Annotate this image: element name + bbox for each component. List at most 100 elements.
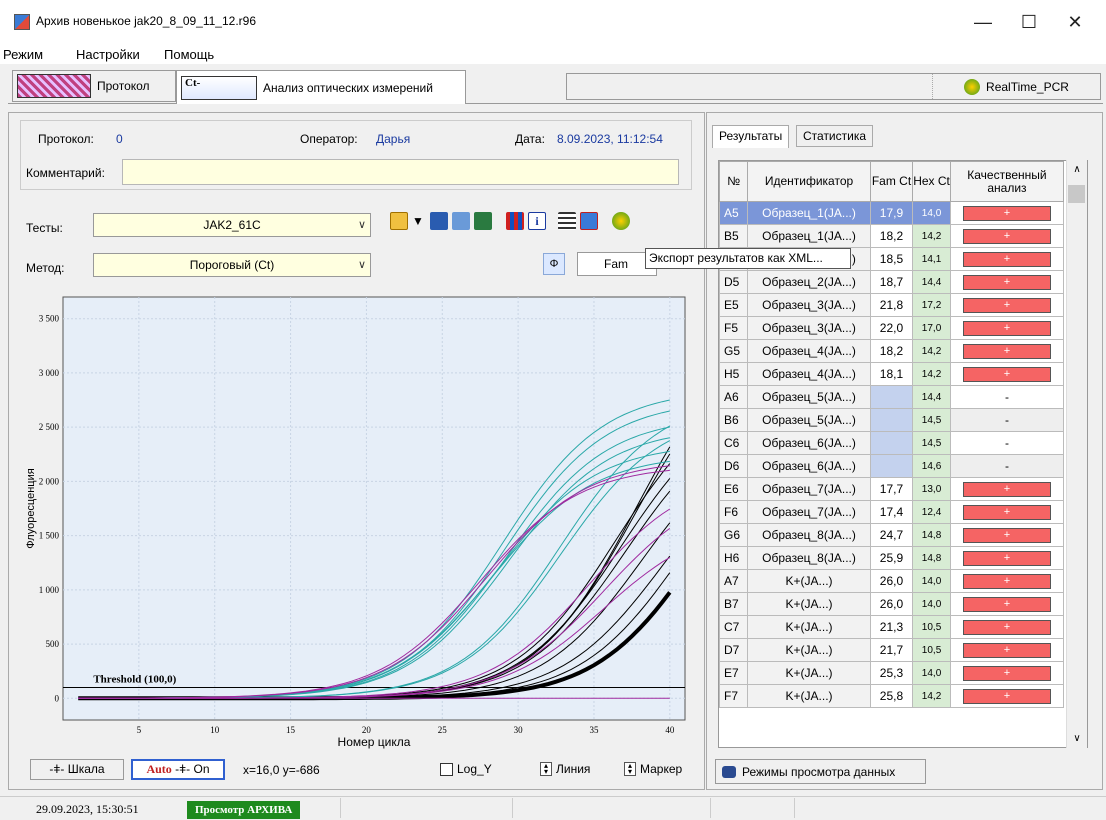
cell-position: B5 <box>719 224 749 248</box>
cell-qualitative: + <box>949 293 1065 317</box>
table-row[interactable]: H5 Образец_4(JA...) 18,1 14,2 + <box>719 362 1065 386</box>
cell-identifier: Образец_6(JA...) <box>747 454 871 478</box>
table-row[interactable]: E5 Образец_3(JA...) 21,8 17,2 + <box>719 293 1065 317</box>
view-modes-button[interactable]: Режимы просмотра данных <box>715 759 926 784</box>
cell-fam-ct <box>869 385 914 409</box>
table-row[interactable]: E7 K+(JA...) 25,3 14,0 + <box>719 661 1065 685</box>
method-select[interactable]: Пороговый (Ct) ∨ <box>93 253 371 277</box>
checkbox-box[interactable] <box>440 762 453 776</box>
realtime-pcr-button[interactable]: RealTime_PCR <box>932 74 1100 99</box>
cell-qualitative: + <box>949 477 1065 501</box>
comment-field[interactable] <box>122 159 679 185</box>
list-settings-icon[interactable] <box>558 212 576 230</box>
table-row[interactable]: G6 Образец_8(JA...) 24,7 14,8 + <box>719 523 1065 547</box>
report-icon[interactable] <box>474 212 492 230</box>
cell-hex-ct: 17,0 <box>912 316 951 340</box>
qualitative-result: + <box>962 482 1051 497</box>
tab-optical-label: Анализ оптических измерений <box>263 80 433 95</box>
table-row[interactable]: D5 Образец_2(JA...) 18,7 14,4 + <box>719 270 1065 294</box>
column-header[interactable]: № <box>719 161 749 202</box>
x-tick-label: 10 <box>210 725 220 735</box>
y-tick-label: 500 <box>46 639 60 649</box>
app-icon <box>14 14 30 30</box>
table-row[interactable]: A5 Образец_1(JA...) 17,9 14,0 + <box>719 201 1065 225</box>
table-row[interactable]: A7 K+(JA...) 26,0 14,0 + <box>719 569 1065 593</box>
table-row[interactable]: F6 Образец_7(JA...) 17,4 12,4 + <box>719 500 1065 524</box>
auto-scale-button[interactable]: Auto -ǂ- On <box>131 759 225 780</box>
save-icon[interactable] <box>430 212 448 230</box>
column-header[interactable]: Fam Ct <box>869 161 914 202</box>
table-row[interactable]: E6 Образец_7(JA...) 17,7 13,0 + <box>719 477 1065 501</box>
column-header[interactable]: Hex Ct <box>912 161 951 202</box>
cell-position: G6 <box>719 523 749 547</box>
tab-statistics[interactable]: Статистика <box>796 125 874 147</box>
cell-position: G5 <box>719 339 749 363</box>
cell-identifier: Образец_3(JA...) <box>747 316 871 340</box>
column-header[interactable]: Качественный анализ <box>949 161 1065 202</box>
scroll-up-icon[interactable]: ∧ <box>1067 164 1087 175</box>
maximize-button[interactable]: ☐ <box>1006 8 1052 36</box>
table-row[interactable]: F5 Образец_3(JA...) 22,0 17,0 + <box>719 316 1065 340</box>
line-spinner[interactable]: ▴ ▾ Линия <box>540 762 590 776</box>
cell-fam-ct: 17,7 <box>869 477 914 501</box>
cell-qualitative: + <box>949 316 1065 340</box>
tab-optical-analysis[interactable]: Ct- Анализ оптических измерений <box>176 70 466 104</box>
table-row[interactable]: B6 Образец_5(JA...) 14,5 - <box>719 408 1065 432</box>
cell-fam-ct: 26,0 <box>869 592 914 616</box>
cell-identifier: Образец_6(JA...) <box>747 431 871 455</box>
x-tick-label: 40 <box>665 725 675 735</box>
menu-settings[interactable]: Настройки <box>76 47 140 62</box>
menu-mode[interactable]: Режим <box>3 47 43 62</box>
scroll-down-icon[interactable]: ∨ <box>1067 733 1087 744</box>
y-axis-label: Флуоресценция <box>25 468 37 548</box>
spinner-icon[interactable]: ▴ ▾ <box>540 762 552 776</box>
table-scrollbar[interactable]: ∧ ∨ <box>1066 160 1087 748</box>
menu-help[interactable]: Помощь <box>164 47 214 62</box>
plate-icon[interactable] <box>506 212 524 230</box>
y-tick-label: 0 <box>55 693 60 703</box>
scroll-thumb[interactable] <box>1068 185 1085 203</box>
open-folder-icon[interactable] <box>390 212 408 230</box>
tab-protocol[interactable]: Протокол <box>12 70 176 102</box>
dropdown-arrow-icon[interactable]: ▼ <box>412 214 424 228</box>
export-xml-icon[interactable] <box>580 212 598 230</box>
table-row[interactable]: C7 K+(JA...) 21,3 10,5 + <box>719 615 1065 639</box>
minimize-button[interactable]: — <box>960 8 1006 36</box>
marker-spinner[interactable]: ▴ ▾ Маркер <box>624 762 682 776</box>
info-icon[interactable]: i <box>528 212 546 230</box>
copy-icon[interactable] <box>452 212 470 230</box>
table-row[interactable]: D6 Образец_6(JA...) 14,6 - <box>719 454 1065 478</box>
table-row[interactable]: G5 Образец_4(JA...) 18,2 14,2 + <box>719 339 1065 363</box>
close-button[interactable]: ✕ <box>1052 8 1098 36</box>
log-y-checkbox[interactable]: Log_Y <box>440 762 492 776</box>
column-header[interactable]: Идентификатор <box>747 161 871 202</box>
cell-qualitative: + <box>949 569 1065 593</box>
cell-identifier: K+(JA...) <box>747 592 871 616</box>
tab-results[interactable]: Результаты <box>712 125 790 148</box>
cell-fam-ct: 17,9 <box>869 201 914 225</box>
x-tick-label: 15 <box>286 725 296 735</box>
status-badge: Просмотр АРХИВА <box>187 801 301 819</box>
cell-fam-ct: 18,2 <box>869 339 914 363</box>
y-tick-label: 3 000 <box>39 368 60 378</box>
cell-fam-ct <box>869 408 914 432</box>
cell-fam-ct: 18,5 <box>869 247 914 271</box>
amplification-chart[interactable]: 0 500 1 000 1 500 2 000 2 500 3 000 3 500 5 10 15 2… <box>20 292 695 757</box>
cell-qualitative: + <box>949 615 1065 639</box>
scale-button[interactable]: -ǂ- Шкала <box>30 759 124 780</box>
status-divider <box>340 798 341 818</box>
tests-select[interactable]: JAK2_61C ∨ <box>93 213 371 237</box>
table-row[interactable]: D7 K+(JA...) 21,7 10,5 + <box>719 638 1065 662</box>
protocol-value: 0 <box>116 132 123 146</box>
table-row[interactable]: C6 Образец_6(JA...) 14,5 - <box>719 431 1065 455</box>
table-row[interactable]: B5 Образец_1(JA...) 18,2 14,2 + <box>719 224 1065 248</box>
spinner-icon[interactable]: ▴ ▾ <box>624 762 636 776</box>
table-row[interactable]: B7 K+(JA...) 26,0 14,0 + <box>719 592 1065 616</box>
cell-fam-ct <box>869 431 914 455</box>
table-row[interactable]: A6 Образец_5(JA...) 14,4 - <box>719 385 1065 409</box>
table-row[interactable]: F7 K+(JA...) 25,8 14,2 + <box>719 684 1065 708</box>
realtime-icon <box>964 78 981 95</box>
table-row[interactable]: H6 Образец_8(JA...) 25,9 14,8 + <box>719 546 1065 570</box>
gear-icon[interactable] <box>612 212 630 230</box>
phi-button[interactable]: Φ <box>543 253 565 275</box>
